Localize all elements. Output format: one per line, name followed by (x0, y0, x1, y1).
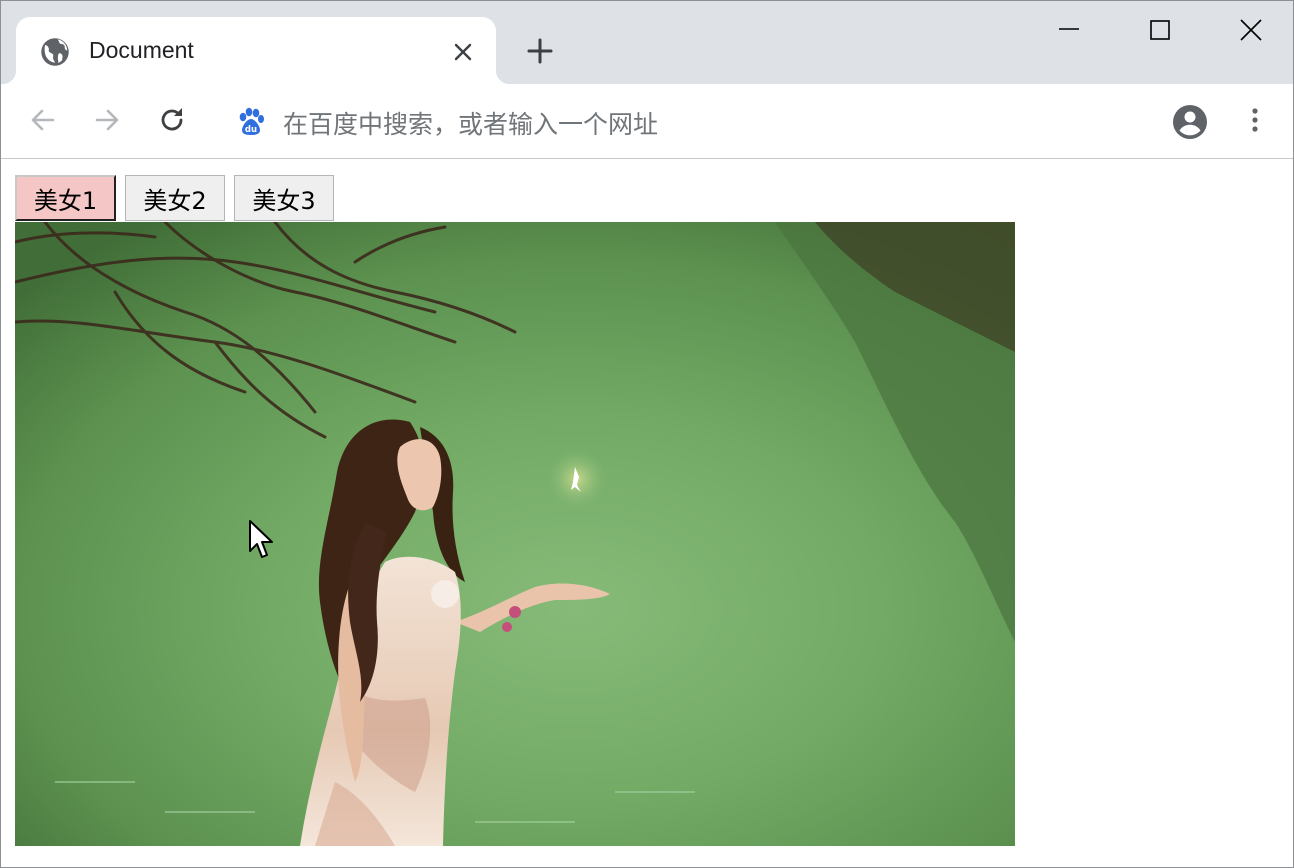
baidu-paw-icon: du (239, 107, 264, 135)
tab-document[interactable]: Document (2, 17, 510, 84)
image-button-3[interactable]: 美女3 (234, 175, 334, 221)
close-window-icon[interactable] (1229, 11, 1273, 51)
forward-arrow-icon[interactable] (91, 104, 123, 136)
toolbar: du 在百度中搜索，或者输入一个网址 (1, 84, 1293, 159)
reload-icon[interactable] (156, 104, 188, 136)
globe-icon (41, 38, 69, 66)
photo-display (15, 222, 1015, 846)
account-icon[interactable] (1172, 104, 1208, 140)
tab-strip: Document (1, 1, 1293, 84)
image-button-2[interactable]: 美女2 (125, 175, 225, 221)
minimize-icon[interactable] (1047, 11, 1091, 51)
more-vertical-icon[interactable] (1239, 104, 1271, 136)
page-content: 美女1 美女2 美女3 (1, 159, 1293, 867)
image-button-1[interactable]: 美女1 (15, 175, 116, 221)
svg-text:du: du (245, 125, 257, 135)
address-bar[interactable]: du 在百度中搜索，或者输入一个网址 (223, 94, 1143, 148)
maximize-icon[interactable] (1138, 11, 1182, 51)
back-arrow-icon[interactable] (27, 104, 59, 136)
plus-icon[interactable] (524, 35, 556, 67)
browser-window: Document du 在百度中搜索，或者输入一个网址 美女1 美女2 美女3 (0, 0, 1294, 868)
close-icon[interactable] (452, 41, 474, 63)
omnibox-placeholder: 在百度中搜索，或者输入一个网址 (283, 110, 659, 139)
tab-title: Document (89, 37, 194, 63)
